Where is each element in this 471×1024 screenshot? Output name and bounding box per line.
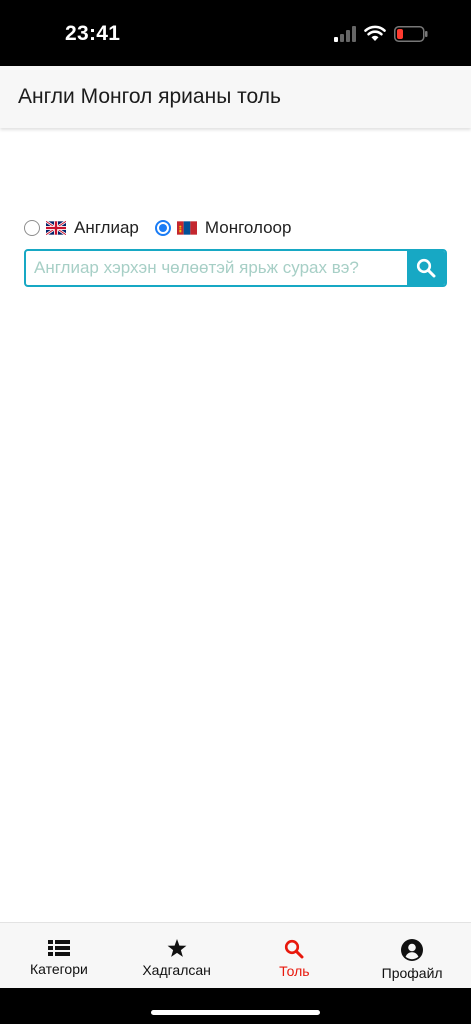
search-bar [24,249,447,287]
search-icon [416,258,436,278]
language-option-mongolian[interactable]: Монголоор [154,218,292,238]
mongolia-flag-icon [176,221,197,235]
home-indicator[interactable] [151,1010,320,1015]
bottom-tab-bar: Категори Хадгалсан Толь Профайл [0,922,471,989]
page-title: Англи Монгол ярианы толь [18,85,281,108]
search-input[interactable] [26,251,407,285]
status-time: 23:41 [65,22,121,45]
signal-icon [334,26,356,42]
language-selector: Англиар Монголоор [24,216,307,240]
wifi-icon [364,25,386,41]
tab-dictionary[interactable]: Толь [236,923,354,989]
tab-label: Категори [29,961,88,977]
tab-label: Хадгалсан [142,962,211,978]
language-option-english[interactable]: Англиар [24,218,139,238]
search-icon [285,939,304,959]
list-icon [47,940,70,956]
tab-label: Толь [279,963,310,979]
tab-label: Профайл [381,965,443,981]
user-circle-icon [401,939,424,961]
tab-profile[interactable]: Профайл [353,923,471,989]
home-indicator-area [0,988,471,1024]
status-bar: 23:41 [0,0,471,66]
radio-button-english[interactable] [24,220,40,236]
language-label-english: Англиар [74,218,139,237]
tab-categories[interactable]: Категори [0,923,118,989]
battery-icon [394,26,428,42]
app-header: Англи Монгол ярианы толь [0,66,471,128]
tab-saved[interactable]: Хадгалсан [118,923,236,989]
uk-flag-icon [46,221,66,235]
language-label-mongolian: Монголоор [204,218,292,237]
search-button[interactable] [407,251,445,285]
radio-button-mongolian[interactable] [154,220,171,236]
star-icon [167,939,187,957]
